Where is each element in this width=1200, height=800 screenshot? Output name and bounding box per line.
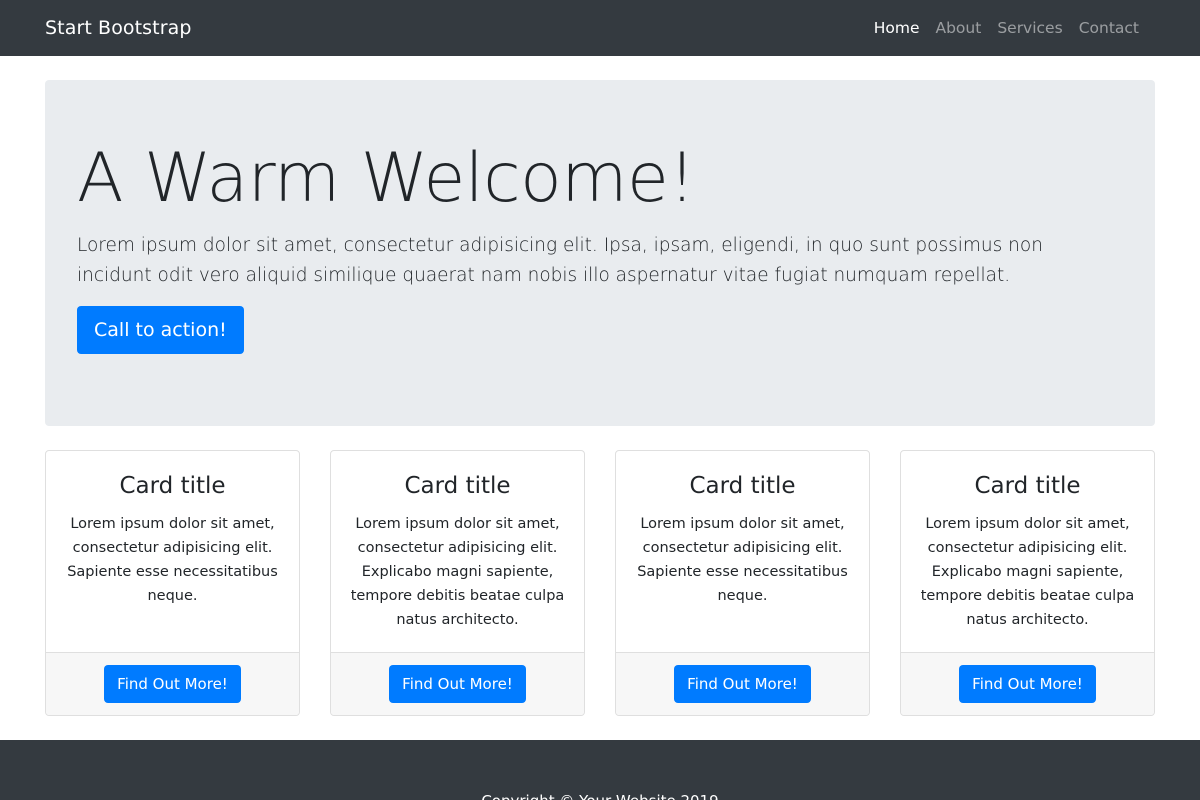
card-text: Lorem ipsum dolor sit amet, consectetur … xyxy=(920,516,1135,628)
card-body: Card title Lorem ipsum dolor sit amet, c… xyxy=(331,451,584,652)
card-title: Card title xyxy=(404,473,511,499)
nav-link-home[interactable]: Home xyxy=(866,19,928,37)
card-title: Card title xyxy=(689,473,796,499)
card-text: Lorem ipsum dolor sit amet, consectetur … xyxy=(350,516,565,628)
card-text: Lorem ipsum dolor sit amet, consectetur … xyxy=(637,516,848,604)
jumbotron: A Warm Welcome! Lorem ipsum dolor sit am… xyxy=(45,80,1155,426)
card-title: Card title xyxy=(974,473,1081,499)
navbar: Start Bootstrap Home About Services Cont… xyxy=(0,0,1200,56)
nav-links: Home About Services Contact xyxy=(866,19,1155,37)
card-text: Lorem ipsum dolor sit amet, consectetur … xyxy=(67,516,278,604)
brand-link[interactable]: Start Bootstrap xyxy=(45,17,192,39)
card: Card title Lorem ipsum dolor sit amet, c… xyxy=(615,450,870,716)
card: Card title Lorem ipsum dolor sit amet, c… xyxy=(330,450,585,716)
card-body: Card title Lorem ipsum dolor sit amet, c… xyxy=(46,451,299,652)
card-row: Card title Lorem ipsum dolor sit amet, c… xyxy=(45,450,1155,716)
find-out-more-button[interactable]: Find Out More! xyxy=(674,665,811,703)
nav-link-about[interactable]: About xyxy=(927,19,989,37)
find-out-more-button[interactable]: Find Out More! xyxy=(959,665,1096,703)
card: Card title Lorem ipsum dolor sit amet, c… xyxy=(45,450,300,716)
card-body: Card title Lorem ipsum dolor sit amet, c… xyxy=(616,451,869,652)
card-footer: Find Out More! xyxy=(331,652,584,715)
nav-link-contact[interactable]: Contact xyxy=(1071,19,1147,37)
find-out-more-button[interactable]: Find Out More! xyxy=(104,665,241,703)
card: Card title Lorem ipsum dolor sit amet, c… xyxy=(900,450,1155,716)
copyright-text: Copyright © Your Website 2019 xyxy=(0,792,1200,800)
nav-link-services[interactable]: Services xyxy=(989,19,1070,37)
jumbotron-lead: Lorem ipsum dolor sit amet, consectetur … xyxy=(77,234,1043,286)
find-out-more-button[interactable]: Find Out More! xyxy=(389,665,526,703)
footer: Copyright © Your Website 2019 xyxy=(0,740,1200,800)
card-footer: Find Out More! xyxy=(46,652,299,715)
call-to-action-button[interactable]: Call to action! xyxy=(77,305,244,354)
card-body: Card title Lorem ipsum dolor sit amet, c… xyxy=(901,451,1154,652)
card-footer: Find Out More! xyxy=(901,652,1154,715)
jumbotron-title: A Warm Welcome! xyxy=(77,139,696,218)
main-container: A Warm Welcome! Lorem ipsum dolor sit am… xyxy=(0,56,1200,716)
card-footer: Find Out More! xyxy=(616,652,869,715)
card-title: Card title xyxy=(119,473,226,499)
